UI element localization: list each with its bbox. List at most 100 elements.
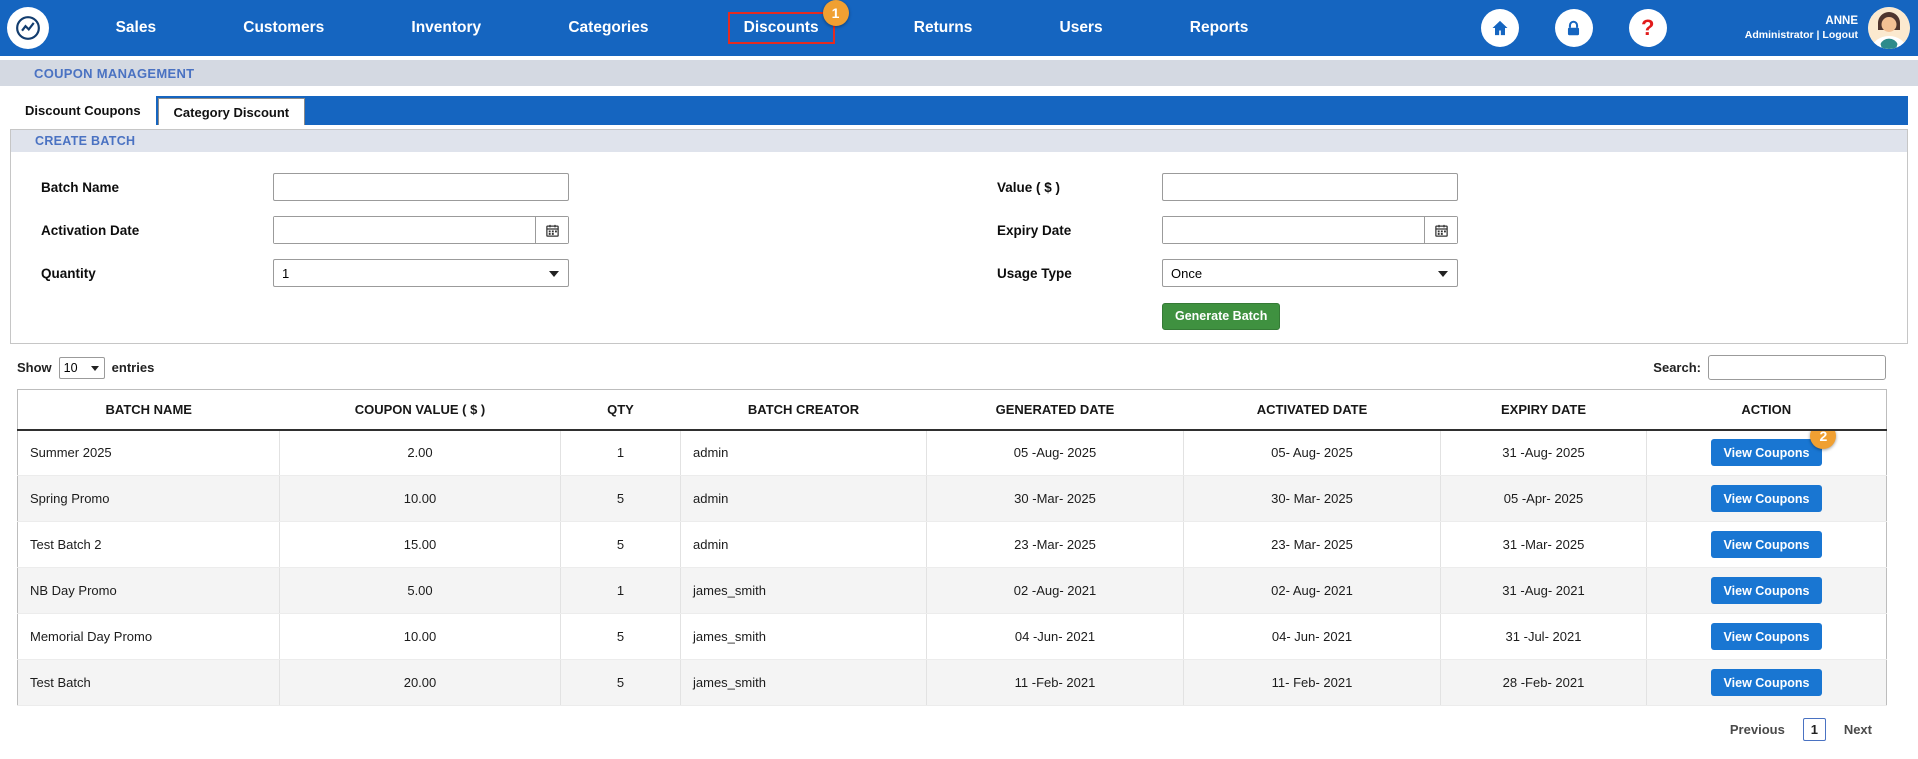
lock-button[interactable] xyxy=(1555,9,1593,47)
expiry-date-field xyxy=(1162,216,1458,244)
column-header: GENERATED DATE xyxy=(927,390,1184,430)
action-cell: View Coupons xyxy=(1647,476,1887,522)
section-title: CREATE BATCH xyxy=(35,134,135,148)
entries-select-wrap: 10 xyxy=(59,357,105,379)
tab-bar: Discount Coupons Category Discount xyxy=(10,96,1908,125)
column-header: ACTION xyxy=(1647,390,1887,430)
action-cell: View Coupons xyxy=(1647,660,1887,706)
column-header: ACTIVATED DATE xyxy=(1184,390,1441,430)
annotation-badge: 1 xyxy=(823,0,849,26)
tab-category-discount[interactable]: Category Discount xyxy=(158,98,306,125)
column-header: BATCH CREATOR xyxy=(681,390,927,430)
nav-item-categories[interactable]: Categories xyxy=(560,14,656,42)
view-coupons-button[interactable]: View Coupons xyxy=(1711,623,1823,650)
quantity-select[interactable]: 1 xyxy=(273,259,569,287)
help-button[interactable]: ? xyxy=(1629,9,1667,47)
table-header-row: BATCH NAMECOUPON VALUE ( $ )QTYBATCH CRE… xyxy=(18,390,1887,430)
generate-batch-button[interactable]: Generate Batch xyxy=(1162,303,1280,330)
action-cell: View Coupons xyxy=(1647,522,1887,568)
column-header: COUPON VALUE ( $ ) xyxy=(280,390,561,430)
nav-item-reports[interactable]: Reports xyxy=(1182,14,1257,42)
nav-right: ? ANNE Administrator | Logout xyxy=(1445,0,1910,56)
view-coupons-button[interactable]: View Coupons xyxy=(1711,485,1823,512)
page-number[interactable]: 1 xyxy=(1803,718,1826,741)
qty-cell: 5 xyxy=(561,614,681,660)
batch-name-cell: Summer 2025 xyxy=(18,430,280,476)
expiry-date-input[interactable] xyxy=(1163,217,1424,243)
activated-date-cell: 05- Aug- 2025 xyxy=(1184,430,1441,476)
view-coupons-button[interactable]: View Coupons xyxy=(1711,439,1823,466)
view-coupons-button[interactable]: View Coupons xyxy=(1711,531,1823,558)
activated-date-cell: 30- Mar- 2025 xyxy=(1184,476,1441,522)
batch-name-cell: Test Batch xyxy=(18,660,280,706)
batch-creator-cell: admin xyxy=(681,430,927,476)
usage-type-select-wrap: Once xyxy=(1162,259,1458,287)
nav-item-inventory[interactable]: Inventory xyxy=(403,14,489,42)
nav-item-returns[interactable]: Returns xyxy=(906,14,981,42)
nav-item-label: Discounts xyxy=(744,19,819,36)
user-role: Administrator xyxy=(1745,29,1814,41)
quantity-select-wrap: 1 xyxy=(273,259,569,287)
logout-link[interactable]: Logout xyxy=(1822,29,1858,41)
batch-name-cell: Spring Promo xyxy=(18,476,280,522)
activation-date-calendar-button[interactable] xyxy=(535,217,568,243)
activation-date-field xyxy=(273,216,569,244)
coupon-value-cell: 5.00 xyxy=(280,568,561,614)
nav-item-label: Users xyxy=(1060,19,1103,36)
activated-date-cell: 23- Mar- 2025 xyxy=(1184,522,1441,568)
user-name: ANNE xyxy=(1745,14,1858,29)
batch-name-cell: Memorial Day Promo xyxy=(18,614,280,660)
expiry-date-calendar-button[interactable] xyxy=(1424,217,1457,243)
nav-item-label: Sales xyxy=(116,19,157,36)
nav-item-sales[interactable]: Sales xyxy=(108,14,165,42)
search-input[interactable] xyxy=(1708,355,1886,380)
lock-icon xyxy=(1564,19,1583,38)
tab-discount-coupons[interactable]: Discount Coupons xyxy=(10,96,156,125)
column-header: BATCH NAME xyxy=(18,390,280,430)
coupon-value-cell: 15.00 xyxy=(280,522,561,568)
entries-label: entries xyxy=(112,360,155,375)
table-row: Test Batch20.005james_smith11 -Feb- 2021… xyxy=(18,660,1887,706)
action-cell: View Coupons xyxy=(1647,614,1887,660)
coupon-list-section: Show 10 entries Search: BATCH NAMECOUPON… xyxy=(17,355,1886,741)
view-coupons-button[interactable]: View Coupons xyxy=(1711,577,1823,604)
breadcrumb-label: COUPON MANAGEMENT xyxy=(34,66,194,81)
next-button[interactable]: Next xyxy=(1844,722,1872,737)
generated-date-cell: 02 -Aug- 2021 xyxy=(927,568,1184,614)
batch-name-input[interactable] xyxy=(273,173,569,201)
nav-item-label: Customers xyxy=(243,19,324,36)
app-logo[interactable] xyxy=(7,7,49,49)
generated-date-cell: 05 -Aug- 2025 xyxy=(927,430,1184,476)
activated-date-cell: 02- Aug- 2021 xyxy=(1184,568,1441,614)
view-coupons-button[interactable]: View Coupons xyxy=(1711,669,1823,696)
nav-item-customers[interactable]: Customers xyxy=(235,14,332,42)
usage-type-select[interactable]: Once xyxy=(1162,259,1458,287)
nav-item-discounts[interactable]: Discounts1 xyxy=(728,12,835,44)
previous-button[interactable]: Previous xyxy=(1730,722,1785,737)
generated-date-cell: 23 -Mar- 2025 xyxy=(927,522,1184,568)
activation-date-label: Activation Date xyxy=(41,223,273,238)
avatar[interactable] xyxy=(1868,7,1910,49)
entries-select[interactable]: 10 xyxy=(59,357,105,379)
expiry-date-cell: 31 -Mar- 2025 xyxy=(1441,522,1647,568)
batch-creator-cell: admin xyxy=(681,522,927,568)
user-block: ANNE Administrator | Logout xyxy=(1745,14,1858,43)
value-input[interactable] xyxy=(1162,173,1458,201)
table-row: Memorial Day Promo10.005james_smith04 -J… xyxy=(18,614,1887,660)
nav-item-users[interactable]: Users xyxy=(1052,14,1111,42)
batch-creator-cell: james_smith xyxy=(681,568,927,614)
activation-date-input[interactable] xyxy=(274,217,535,243)
expiry-date-cell: 31 -Aug- 2025 xyxy=(1441,430,1647,476)
show-label: Show xyxy=(17,360,52,375)
action-cell: View Coupons xyxy=(1647,568,1887,614)
coupon-value-cell: 10.00 xyxy=(280,476,561,522)
tab-label: Category Discount xyxy=(174,105,290,120)
column-header: EXPIRY DATE xyxy=(1441,390,1647,430)
breadcrumb: COUPON MANAGEMENT xyxy=(0,60,1918,86)
avatar-image xyxy=(1868,7,1910,49)
home-button[interactable] xyxy=(1481,9,1519,47)
generated-date-cell: 30 -Mar- 2025 xyxy=(927,476,1184,522)
table-body: Summer 20252.001admin05 -Aug- 202505- Au… xyxy=(18,430,1887,706)
qty-cell: 1 xyxy=(561,568,681,614)
qty-cell: 1 xyxy=(561,430,681,476)
